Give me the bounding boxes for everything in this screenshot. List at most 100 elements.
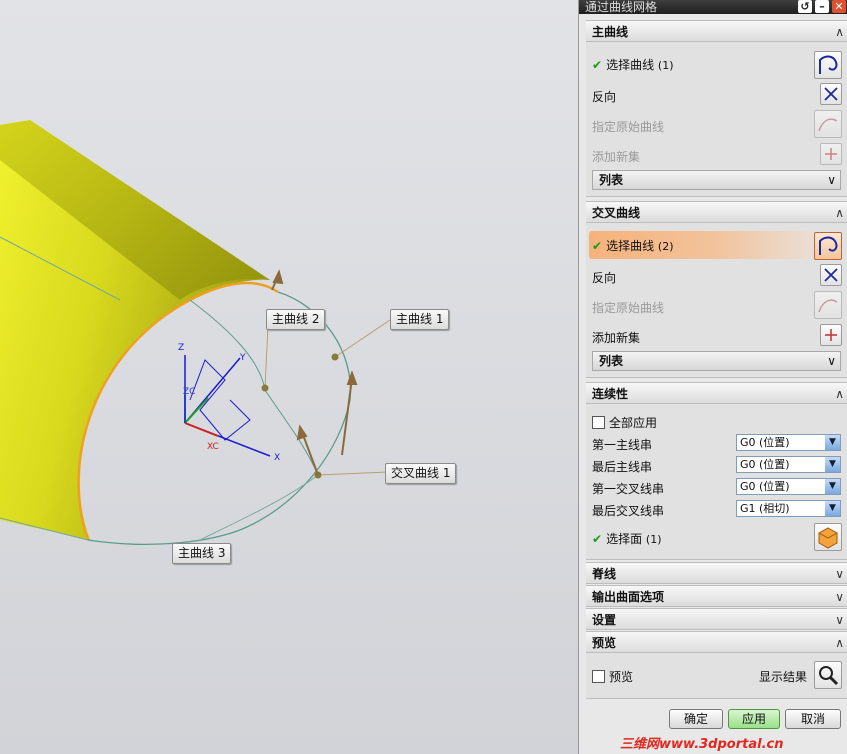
last-primary-select[interactable]: G0 (位置) ▼: [736, 456, 841, 473]
first-cross-label: 第一交叉线串: [592, 482, 665, 496]
select-value: G0 (位置): [740, 458, 790, 471]
callout-primary-1[interactable]: 主曲线 1: [390, 309, 450, 330]
select-face-label: 选择面: [606, 532, 643, 546]
continuity-body: 全部应用 第一主线串 G0 (位置) ▼ 最后主线串 G0 (位置) ▼ 第一交叉线…: [586, 404, 847, 560]
chevron-up-icon: ∧: [835, 387, 844, 401]
graphics-viewport[interactable]: X Y Z XC ZC 主曲线 2 主曲线 1 交叉曲线 1 主曲线 3: [0, 0, 578, 754]
reverse-label: 反向: [592, 90, 617, 104]
check-icon: ✔: [592, 239, 603, 253]
axis-x-label: X: [274, 453, 280, 463]
dropdown-arrow-icon[interactable]: ▼: [825, 435, 840, 450]
add-new-set-icon: [820, 143, 842, 165]
chevron-down-icon: ∨: [827, 173, 836, 187]
preview-label: 预览: [609, 670, 634, 684]
select-value: G0 (位置): [740, 436, 790, 449]
axis-xc-label: XC: [207, 442, 219, 452]
section-output-options[interactable]: 输出曲面选项 ∨: [586, 585, 847, 607]
axis-zc-label: ZC: [183, 387, 195, 397]
chevron-down-icon: ∨: [827, 354, 836, 368]
chevron-down-icon: ∨: [835, 567, 844, 581]
last-cross-label: 最后交叉线串: [592, 504, 665, 518]
dropdown-arrow-icon[interactable]: ▼: [825, 457, 840, 472]
section-title: 脊线: [592, 567, 617, 581]
add-new-set-label: 添加新集: [592, 331, 641, 345]
apply-all-label: 全部应用: [609, 416, 658, 430]
section-cross-curves[interactable]: 交叉曲线 ∧: [586, 201, 847, 223]
select-value: G0 (位置): [740, 480, 790, 493]
show-result-magnifier-icon[interactable]: [814, 661, 842, 689]
chevron-up-icon: ∧: [835, 25, 844, 39]
model-view: X Y Z XC ZC: [0, 120, 394, 561]
list-label: 列表: [599, 354, 624, 368]
apply-all-checkbox[interactable]: 全部应用: [592, 414, 657, 431]
select-face-row[interactable]: ✔ 选择面 (1): [592, 530, 662, 547]
specify-origin-label: 指定原始曲线: [592, 301, 665, 315]
primary-list-toggle[interactable]: 列表 ∨: [592, 170, 841, 190]
section-title: 输出曲面选项: [592, 590, 665, 604]
preview-checkbox[interactable]: 预览: [592, 668, 633, 685]
close-icon[interactable]: ✕: [832, 0, 846, 13]
primary-curves-body: ✔ 选择曲线 (1) 反向 指定原始曲线 添加新集 列表 ∨: [586, 42, 847, 197]
select-count: (1): [645, 533, 662, 546]
checkbox-icon[interactable]: [592, 416, 605, 429]
check-icon: ✔: [592, 58, 603, 72]
add-new-set-label: 添加新集: [592, 150, 641, 164]
first-cross-select[interactable]: G0 (位置) ▼: [736, 478, 841, 495]
show-result-label: 显示结果: [759, 670, 808, 684]
cross-list-toggle[interactable]: 列表 ∨: [592, 351, 841, 371]
callout-primary-3[interactable]: 主曲线 3: [172, 543, 232, 564]
select-curve-icon[interactable]: [814, 51, 842, 79]
axis-y-label: Y: [239, 353, 246, 363]
last-primary-label: 最后主线串: [592, 460, 653, 474]
cross-curves-body: ✔ 选择曲线 (2) 反向 指定原始曲线 添加新集 列表 ∨: [586, 223, 847, 378]
section-title: 设置: [592, 613, 617, 627]
first-primary-label: 第一主线串: [592, 438, 653, 452]
dialog-titlebar[interactable]: 通过曲线网格 ↺ – ✕: [579, 0, 847, 14]
first-primary-select[interactable]: G0 (位置) ▼: [736, 434, 841, 451]
specify-origin-curve-icon: [814, 110, 842, 138]
chevron-up-icon: ∧: [835, 636, 844, 650]
checkbox-icon[interactable]: [592, 670, 605, 683]
chevron-down-icon: ∨: [835, 613, 844, 627]
dialog-title: 通过曲线网格: [585, 0, 658, 14]
dropdown-arrow-icon[interactable]: ▼: [825, 479, 840, 494]
callout-cross-1[interactable]: 交叉曲线 1: [385, 463, 457, 484]
apply-button[interactable]: 应用: [728, 709, 780, 729]
add-new-set-icon[interactable]: [820, 324, 842, 346]
through-curve-mesh-dialog: 通过曲线网格 ↺ – ✕ 主曲线 ∧ ✔ 选择曲线 (1) 反向 指定原始曲线 添…: [578, 0, 847, 754]
reverse-direction-icon[interactable]: [820, 264, 842, 286]
cancel-button[interactable]: 取消: [785, 709, 841, 729]
chevron-up-icon: ∧: [835, 206, 844, 220]
ok-button[interactable]: 确定: [669, 709, 723, 729]
section-spine[interactable]: 脊线 ∨: [586, 562, 847, 584]
select-face-icon[interactable]: [814, 523, 842, 551]
select-curve-icon[interactable]: [814, 232, 842, 260]
minimize-icon[interactable]: –: [815, 0, 829, 13]
specify-origin-label: 指定原始曲线: [592, 120, 665, 134]
section-settings[interactable]: 设置 ∨: [586, 608, 847, 630]
section-primary-curves[interactable]: 主曲线 ∧: [586, 20, 847, 42]
dropdown-arrow-icon[interactable]: ▼: [825, 501, 840, 516]
axis-z-label: Z: [178, 343, 184, 353]
section-preview[interactable]: 预览 ∧: [586, 631, 847, 653]
chevron-down-icon: ∨: [835, 590, 844, 604]
specify-origin-curve-icon: [814, 291, 842, 319]
reset-icon[interactable]: ↺: [798, 0, 812, 13]
coordinate-triad: [184, 355, 271, 457]
reverse-direction-icon[interactable]: [820, 83, 842, 105]
last-cross-select[interactable]: G1 (相切) ▼: [736, 500, 841, 517]
check-icon: ✔: [592, 532, 603, 546]
section-title: 预览: [592, 636, 617, 650]
select-count: (1): [657, 59, 674, 72]
select-value: G1 (相切): [740, 502, 790, 515]
preview-body: 预览 显示结果: [586, 653, 847, 699]
reverse-label: 反向: [592, 271, 617, 285]
list-label: 列表: [599, 173, 624, 187]
section-continuity[interactable]: 连续性 ∧: [586, 382, 847, 404]
cross-select-curve-row[interactable]: ✔ 选择曲线 (2): [592, 237, 674, 254]
callout-primary-2[interactable]: 主曲线 2: [266, 309, 326, 330]
site-watermark: 三维网www.3dportal.cn: [620, 737, 784, 752]
primary-select-curve-row[interactable]: ✔ 选择曲线 (1): [592, 56, 674, 73]
section-title: 交叉曲线: [592, 206, 641, 220]
select-curve-label: 选择曲线: [606, 58, 655, 72]
